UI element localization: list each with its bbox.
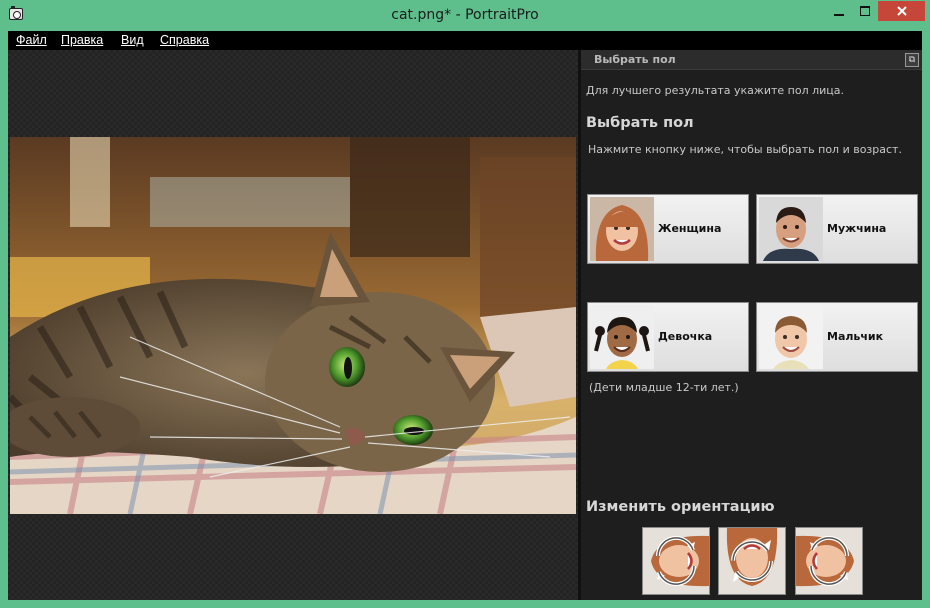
- boy-label: Мальчик: [827, 330, 884, 343]
- children-note: (Дети младше 12-ти лет.): [589, 381, 739, 394]
- image-viewport[interactable]: [8, 50, 578, 600]
- gender-hint: Для лучшего результата укажите пол лица.: [586, 84, 845, 97]
- rotate-180-button[interactable]: [718, 527, 786, 595]
- woman-label: Женщина: [658, 222, 722, 235]
- window-title: cat.png* - PortraitPro: [391, 7, 539, 23]
- panel-header: Выбрать пол ⧉: [581, 50, 922, 70]
- maximize-button[interactable]: [852, 1, 878, 21]
- rotate-right-button[interactable]: [795, 527, 863, 595]
- minimize-button[interactable]: [826, 1, 852, 21]
- restore-button[interactable]: ⧉: [905, 53, 919, 67]
- gender-description: Нажмите кнопку ниже, чтобы выбрать пол и…: [588, 143, 902, 156]
- menu-bar: Файл Правка Вид Справка: [8, 31, 922, 50]
- girl-button[interactable]: Девочка: [587, 302, 749, 372]
- gender-title: Выбрать пол: [586, 115, 694, 131]
- orientation-title: Изменить ориентацию: [586, 499, 775, 515]
- menu-edit[interactable]: Правка: [61, 33, 103, 47]
- select-gender-panel: Выбрать пол ⧉ Для лучшего результата ука…: [581, 50, 922, 600]
- menu-view[interactable]: Вид: [121, 33, 144, 47]
- man-button[interactable]: Мужчина: [756, 194, 918, 264]
- panel-header-title: Выбрать пол: [594, 53, 676, 66]
- man-portrait: [759, 197, 823, 261]
- woman-portrait: [590, 197, 654, 261]
- woman-button[interactable]: Женщина: [587, 194, 749, 264]
- close-button[interactable]: [878, 1, 925, 21]
- maximize-icon: [860, 6, 870, 16]
- man-label: Мужчина: [827, 222, 887, 235]
- title-bar: cat.png* - PortraitPro: [0, 0, 930, 31]
- girl-label: Девочка: [658, 330, 713, 343]
- boy-portrait: [759, 305, 823, 369]
- cat-photo: [10, 137, 576, 514]
- close-icon: [896, 6, 907, 16]
- boy-button[interactable]: Мальчик: [756, 302, 918, 372]
- minimize-icon: [834, 14, 844, 16]
- menu-help[interactable]: Справка: [160, 33, 209, 47]
- rotate-left-button[interactable]: [642, 527, 710, 595]
- restore-icon: ⧉: [908, 55, 916, 65]
- menu-file[interactable]: Файл: [16, 33, 47, 47]
- girl-portrait: [590, 305, 654, 369]
